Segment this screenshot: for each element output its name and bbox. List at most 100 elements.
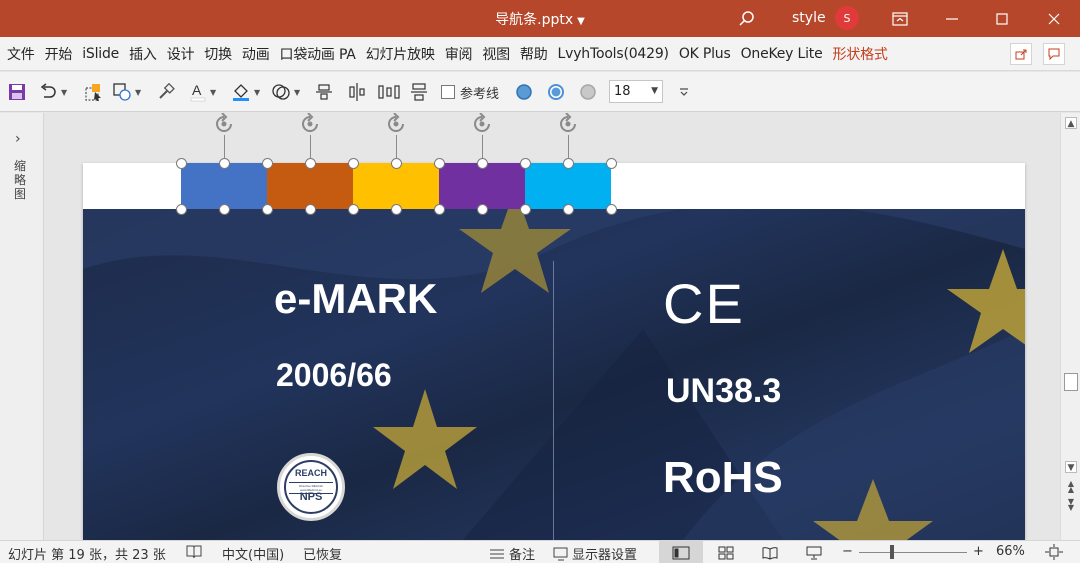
menu-item[interactable]: OK Plus (679, 46, 731, 62)
edit-shape-dropdown-icon[interactable]: ▼ (135, 88, 141, 97)
scroll-up-icon[interactable]: ▲ (1065, 117, 1077, 129)
resize-handle[interactable] (519, 157, 531, 169)
close-icon[interactable] (1040, 0, 1068, 37)
merge-shapes-dropdown-icon[interactable]: ▼ (294, 88, 300, 97)
resize-handle[interactable] (304, 203, 316, 215)
menu-item[interactable]: 审阅 (445, 44, 473, 64)
zoom-slider-track[interactable] (859, 552, 967, 553)
circle-style-blue-icon[interactable] (515, 81, 533, 103)
resize-handle[interactable] (261, 203, 273, 215)
zoom-out-button[interactable]: − (842, 544, 853, 559)
menu-item[interactable]: 切换 (204, 44, 232, 64)
resize-handle[interactable] (519, 203, 531, 215)
ref-line-toggle[interactable]: 参考线 (441, 81, 499, 103)
resize-handle[interactable] (347, 203, 359, 215)
menu-item[interactable]: 设计 (167, 44, 195, 64)
font-color-dropdown-icon[interactable]: ▼ (210, 88, 216, 97)
previous-slide-icon[interactable]: ▲ ▲ (1065, 480, 1077, 494)
share-icon[interactable] (1010, 43, 1032, 65)
nav-shape[interactable] (353, 163, 439, 209)
resize-handle[interactable] (476, 203, 488, 215)
notes-button[interactable]: 备注 (489, 544, 535, 563)
format-painter-icon[interactable] (157, 81, 175, 103)
rotate-handle-icon[interactable] (555, 113, 581, 137)
circle-style-ring-icon[interactable] (547, 81, 565, 103)
scroll-down-icon[interactable]: ▼ (1065, 461, 1077, 473)
nav-shape[interactable] (439, 163, 525, 209)
rotate-handle-icon[interactable] (383, 113, 409, 137)
scroll-thumb[interactable] (1064, 373, 1078, 391)
user-name[interactable]: style (792, 10, 826, 26)
select-shape-icon[interactable] (84, 81, 104, 103)
menu-item[interactable]: 形状格式 (833, 44, 888, 64)
title-dropdown-icon[interactable]: ▼ (577, 16, 585, 27)
align-middle-icon[interactable] (347, 81, 367, 103)
resize-handle[interactable] (218, 203, 230, 215)
edit-shape-icon[interactable]: ▼ (112, 81, 141, 103)
menu-item[interactable]: LvyhTools(0429) (558, 46, 669, 62)
vertical-scrollbar[interactable]: ▲ ▼ ▲ ▲ ▼ ▼ (1060, 113, 1080, 540)
undo-dropdown-icon[interactable]: ▼ (61, 88, 67, 97)
menu-item[interactable]: 幻灯片放映 (366, 44, 435, 64)
rotate-handle-icon[interactable] (297, 113, 323, 137)
thumbnail-pane-label[interactable]: 缩略图 (14, 159, 28, 201)
zoom-in-button[interactable]: + (973, 544, 984, 559)
resize-handle[interactable] (175, 157, 187, 169)
resize-handle[interactable] (433, 203, 445, 215)
comment-icon[interactable] (1043, 43, 1065, 65)
shape-fill-icon[interactable]: ▼ (231, 81, 260, 103)
distribute-vertical-icon[interactable] (410, 81, 428, 103)
avatar[interactable]: S (835, 6, 859, 30)
resize-handle[interactable] (562, 203, 574, 215)
normal-view-icon[interactable] (659, 541, 703, 563)
resize-handle[interactable] (605, 203, 617, 215)
chevron-down-icon[interactable]: ▼ (651, 81, 658, 102)
menu-item[interactable]: 口袋动画 PA (280, 44, 356, 64)
ribbon-display-icon[interactable] (886, 0, 914, 37)
zoom-level[interactable]: 66% (996, 544, 1025, 559)
resize-handle[interactable] (175, 203, 187, 215)
resize-handle[interactable] (390, 157, 402, 169)
font-color-icon[interactable]: A ▼ (189, 81, 216, 103)
resize-handle[interactable] (433, 157, 445, 169)
fit-to-window-icon[interactable] (1045, 544, 1063, 560)
rotate-handle-icon[interactable] (211, 113, 237, 137)
circle-style-gray-icon[interactable] (579, 81, 597, 103)
menu-item[interactable]: 帮助 (520, 44, 548, 64)
expand-chevron-icon[interactable]: › (15, 131, 21, 147)
slideshow-icon[interactable] (792, 541, 836, 563)
resize-handle[interactable] (562, 157, 574, 169)
slide-sorter-icon[interactable] (704, 541, 748, 563)
menu-item[interactable]: 视图 (482, 44, 510, 64)
merge-shapes-icon[interactable]: ▼ (271, 81, 300, 103)
menu-item[interactable]: 文件 (7, 44, 35, 64)
save-icon[interactable] (8, 81, 26, 103)
menu-item[interactable]: 开始 (45, 44, 73, 64)
ref-line-checkbox[interactable] (441, 85, 455, 99)
resize-handle[interactable] (218, 157, 230, 169)
minimize-icon[interactable] (938, 0, 966, 37)
undo-icon[interactable]: ▼ (38, 81, 67, 103)
nav-shape[interactable] (267, 163, 353, 209)
rotate-handle-icon[interactable] (469, 113, 495, 137)
resize-handle[interactable] (390, 203, 402, 215)
shape-fill-dropdown-icon[interactable]: ▼ (254, 88, 260, 97)
nav-shape[interactable] (525, 163, 611, 209)
search-icon[interactable] (734, 0, 760, 37)
font-size-select[interactable]: 18 ▼ (609, 80, 663, 103)
maximize-icon[interactable] (988, 0, 1016, 37)
menu-item[interactable]: 动画 (242, 44, 270, 64)
nav-shape[interactable] (181, 163, 267, 209)
menu-item[interactable]: OneKey Lite (741, 46, 823, 62)
resize-handle[interactable] (261, 157, 273, 169)
resize-handle[interactable] (347, 157, 359, 169)
resize-handle[interactable] (605, 157, 617, 169)
menu-item[interactable]: iSlide (82, 46, 119, 62)
align-top-icon[interactable] (315, 81, 333, 103)
language-indicator[interactable]: 中文(中国) (222, 544, 284, 563)
customize-toolbar-icon[interactable] (678, 81, 690, 103)
next-slide-icon[interactable]: ▼ ▼ (1065, 498, 1077, 512)
slide-counter[interactable]: 幻灯片 第 19 张，共 23 张 (8, 544, 166, 563)
accessibility-icon[interactable] (186, 545, 202, 559)
zoom-slider-thumb[interactable] (890, 545, 894, 559)
